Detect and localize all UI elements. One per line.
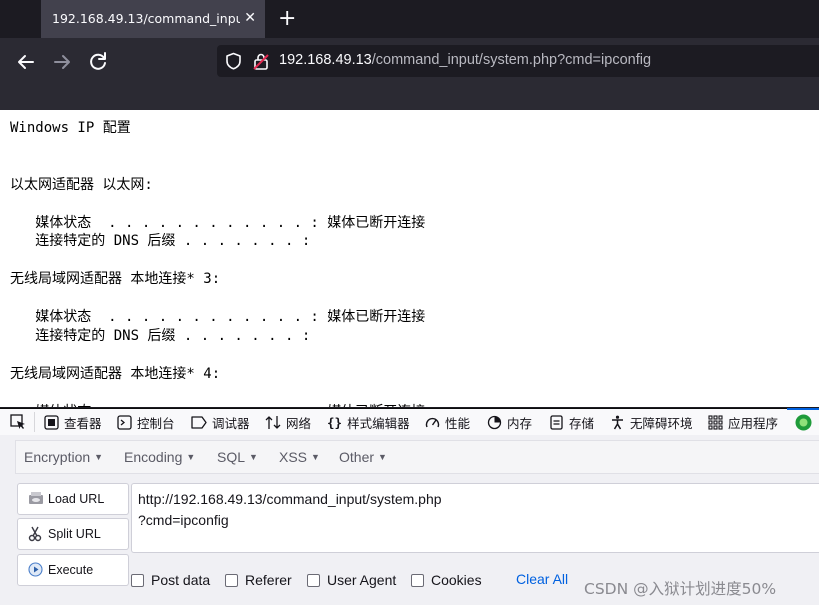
hackbar-menu: Encryption ▼ Encoding ▼ SQL ▼ XSS ▼ Other ▼	[15, 440, 819, 474]
tab-label: 控制台	[137, 416, 175, 431]
menu-label: SQL	[217, 449, 246, 465]
menu-label: Encryption	[24, 449, 91, 465]
tab-inspector[interactable]: 查看器	[44, 413, 102, 432]
tab-label: 查看器	[64, 416, 102, 431]
checkbox-box[interactable]	[307, 573, 320, 587]
dropdown-caret-icon: ▼	[249, 452, 258, 462]
memory-icon	[487, 415, 502, 430]
checkbox-box[interactable]	[411, 573, 424, 587]
toolbar-divider	[34, 412, 35, 432]
menu-encoding[interactable]: Encoding ▼	[124, 449, 195, 465]
play-icon	[28, 562, 43, 577]
split-url-button[interactable]: Split URL	[17, 518, 129, 550]
url-line-2: ?cmd=ipconfig	[138, 512, 229, 528]
dropdown-caret-icon: ▼	[378, 452, 387, 462]
tab-label: 无障碍环境	[630, 416, 693, 431]
new-tab-button[interactable]: +	[278, 7, 296, 31]
checkbox-label: User Agent	[327, 572, 397, 588]
insecure-lock-icon[interactable]	[253, 52, 269, 70]
nav-bar: 192.168.49.13/command_input/system.php?c…	[0, 38, 819, 84]
tab-label: 存储	[569, 416, 595, 431]
inspector-icon	[44, 415, 59, 430]
console-icon	[117, 415, 132, 430]
close-tab-icon[interactable]: ✕	[244, 9, 256, 27]
tab-label: 调试器	[212, 416, 250, 431]
tab-performance[interactable]: 性能	[425, 413, 470, 432]
tab-accessibility[interactable]: 无障碍环境	[610, 413, 693, 432]
execute-button[interactable]: Execute	[17, 554, 129, 586]
checkbox-label: Cookies	[431, 572, 482, 588]
menu-label: Other	[339, 449, 375, 465]
application-grid-icon	[708, 415, 723, 430]
tab-title: 192.168.49.13/command_input/s	[52, 11, 240, 26]
debugger-icon	[191, 416, 207, 429]
menu-label: XSS	[279, 449, 308, 465]
performance-gauge-icon	[425, 417, 440, 428]
menu-xss[interactable]: XSS ▼	[279, 449, 320, 465]
network-icon	[265, 416, 281, 429]
address-bar[interactable]: 192.168.49.13/command_input/system.php?c…	[217, 45, 819, 77]
button-label: Load URL	[48, 492, 105, 506]
accessibility-icon	[612, 415, 623, 430]
tab-debugger[interactable]: 调试器	[191, 413, 250, 432]
checkbox-label: Post data	[151, 572, 211, 588]
toolbar-spacer	[0, 84, 819, 110]
reload-icon[interactable]	[86, 50, 110, 74]
url-path: /command_input/system.php?cmd=ipconfig	[371, 52, 652, 68]
load-url-icon	[29, 492, 43, 504]
url-textarea[interactable]: http://192.168.49.13/command_input/syste…	[131, 483, 819, 553]
shield-icon[interactable]	[225, 52, 242, 70]
tab-label: 性能	[445, 416, 471, 431]
menu-other[interactable]: Other ▼	[339, 449, 387, 465]
tab-network[interactable]: 网络	[265, 413, 311, 432]
element-picker-icon[interactable]	[10, 414, 26, 430]
forward-arrow-icon[interactable]	[50, 50, 74, 74]
menu-encryption[interactable]: Encryption ▼	[24, 449, 103, 465]
dropdown-caret-icon: ▼	[94, 452, 104, 462]
devtools-toolbar: 查看器 控制台 调试器 网络 {} 样式编辑器 性能 内存 存储 无障碍环境 应…	[0, 407, 819, 436]
url-host: 192.168.49.13	[279, 52, 372, 68]
scissors-icon	[28, 526, 42, 542]
button-label: Execute	[48, 563, 94, 577]
dropdown-caret-icon: ▼	[311, 452, 320, 462]
hackbar-panel: Encryption ▼ Encoding ▼ SQL ▼ XSS ▼ Other ▼ L…	[0, 435, 819, 605]
button-label: Split URL	[48, 527, 101, 541]
dropdown-caret-icon: ▼	[186, 452, 196, 462]
tab-hackbar[interactable]	[787, 408, 819, 438]
checkbox-box[interactable]	[131, 573, 144, 587]
tab-bar: 192.168.49.13/command_input/s ✕ +	[0, 0, 819, 38]
tab-application[interactable]: 应用程序	[708, 413, 778, 432]
hackbar-extension-icon	[795, 414, 812, 431]
user-agent-checkbox[interactable]: User Agent	[307, 572, 396, 588]
url-text[interactable]: 192.168.49.13/command_input/system.php?c…	[279, 52, 651, 68]
cookies-checkbox[interactable]: Cookies	[411, 572, 482, 588]
watermark: CSDN @入狱计划进度50%	[584, 580, 777, 598]
back-arrow-icon[interactable]	[14, 50, 38, 74]
post-data-checkbox[interactable]: Post data	[131, 572, 210, 588]
ipconfig-output: Windows IP 配置 以太网适配器 以太网: 媒体状态 . . . . .…	[10, 120, 426, 407]
browser-tab[interactable]: 192.168.49.13/command_input/s ✕	[41, 0, 265, 38]
tab-label: 样式编辑器	[347, 416, 410, 431]
tab-label: 内存	[507, 416, 533, 431]
tab-label: 网络	[286, 416, 312, 431]
tab-storage[interactable]: 存储	[549, 413, 594, 432]
tab-console[interactable]: 控制台	[117, 413, 175, 432]
tab-style-editor[interactable]: {} 样式编辑器	[327, 413, 410, 432]
clear-all-link[interactable]: Clear All	[516, 571, 568, 587]
referer-checkbox[interactable]: Referer	[225, 572, 292, 588]
menu-sql[interactable]: SQL ▼	[217, 449, 258, 465]
load-url-button[interactable]: Load URL	[17, 483, 129, 515]
tab-label: 应用程序	[728, 416, 779, 431]
braces-icon: {}	[327, 415, 343, 430]
checkbox-label: Referer	[245, 572, 292, 588]
page-content: Windows IP 配置 以太网适配器 以太网: 媒体状态 . . . . .…	[0, 110, 819, 407]
url-line-1: http://192.168.49.13/command_input/syste…	[138, 491, 442, 507]
menu-label: Encoding	[124, 449, 183, 465]
storage-icon	[550, 415, 563, 430]
tab-memory[interactable]: 内存	[487, 413, 532, 432]
checkbox-box[interactable]	[225, 573, 238, 587]
